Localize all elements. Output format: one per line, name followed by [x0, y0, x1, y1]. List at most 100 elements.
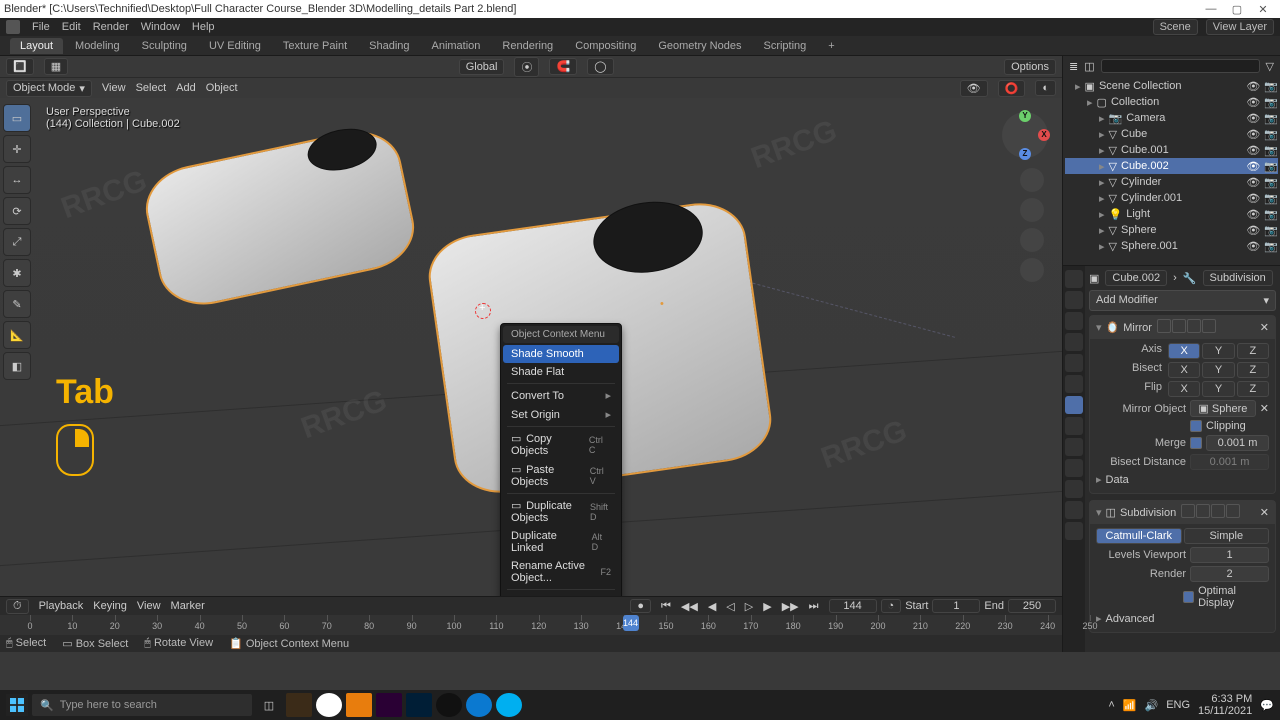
mod-edit-icon[interactable]: [1196, 504, 1210, 518]
tab-compositing[interactable]: Compositing: [565, 38, 646, 54]
subdiv-advanced-subpanel[interactable]: Advanced: [1106, 613, 1155, 625]
ptab-object[interactable]: [1065, 375, 1083, 393]
optdisplay-check[interactable]: [1183, 591, 1194, 603]
outliner-item-camera[interactable]: ▸ 📷 Camera👁📷: [1065, 110, 1278, 126]
playhead[interactable]: 144: [623, 615, 639, 631]
ptab-constraints[interactable]: [1065, 459, 1083, 477]
tab-geometrynodes[interactable]: Geometry Nodes: [648, 38, 751, 54]
ctx-duplicate-objects[interactable]: ▭ Duplicate ObjectsShift D: [503, 496, 619, 527]
tool-select-box[interactable]: ▭: [3, 104, 31, 132]
breadcrumb-object[interactable]: Cube.002: [1105, 270, 1167, 286]
ortho-toggle-icon[interactable]: [1020, 258, 1044, 282]
ptab-material[interactable]: [1065, 501, 1083, 519]
tool-rotate[interactable]: ⟳: [3, 197, 31, 225]
tab-add-workspace[interactable]: +: [818, 38, 844, 54]
tool-cursor[interactable]: ✛: [3, 135, 31, 163]
minimize-button[interactable]: —: [1198, 3, 1224, 15]
outliner-item-cylinder[interactable]: ▸ ▽ Cylinder👁📷: [1065, 174, 1278, 190]
tool-measure[interactable]: 📐: [3, 321, 31, 349]
tray-network-icon[interactable]: 📶: [1123, 699, 1137, 712]
tl-marker[interactable]: Marker: [171, 600, 205, 612]
tray-volume-icon[interactable]: 🔊: [1145, 699, 1159, 712]
app-photoshop-icon[interactable]: [406, 693, 432, 717]
bisect-y[interactable]: Y: [1202, 362, 1234, 378]
current-frame[interactable]: 144: [829, 599, 877, 613]
timeline-editor-type[interactable]: ⏱: [6, 599, 29, 614]
mirror-delete[interactable]: ✕: [1260, 321, 1269, 334]
ptab-particles[interactable]: [1065, 417, 1083, 435]
mirror-obj-field[interactable]: ▣ Sphere: [1190, 400, 1256, 417]
mod-realtime-icon[interactable]: [1181, 504, 1195, 518]
ctx-convert-to[interactable]: Convert To▸: [503, 386, 619, 405]
end-frame[interactable]: 250: [1008, 599, 1056, 613]
tab-shading[interactable]: Shading: [359, 38, 419, 54]
app-misc2-icon[interactable]: [556, 693, 582, 717]
lvp-value[interactable]: 1: [1190, 547, 1269, 563]
taskbar-search[interactable]: 🔍Type here to search: [32, 694, 252, 716]
menu-file[interactable]: File: [32, 21, 50, 33]
tool-move[interactable]: ↔: [3, 166, 31, 194]
object-menu[interactable]: Object: [206, 82, 238, 94]
outliner-item-light[interactable]: ▸ 💡 Light👁📷: [1065, 206, 1278, 222]
maximize-button[interactable]: ▢: [1224, 3, 1250, 16]
app-misc1-icon[interactable]: [526, 693, 552, 717]
tl-view[interactable]: View: [137, 600, 161, 612]
outliner-item-scene-collection[interactable]: ▸ ▣ Scene Collection👁📷: [1065, 78, 1278, 94]
camera-view-icon[interactable]: [1020, 228, 1044, 252]
scene-field[interactable]: Scene: [1153, 19, 1198, 35]
tab-uvediting[interactable]: UV Editing: [199, 38, 271, 54]
viewlayer-field[interactable]: View Layer: [1206, 19, 1274, 35]
overlay-toggle[interactable]: 👁: [960, 80, 988, 97]
tray-lang[interactable]: ENG: [1166, 699, 1190, 711]
tab-animation[interactable]: Animation: [422, 38, 491, 54]
tab-modeling[interactable]: Modeling: [65, 38, 130, 54]
menu-help[interactable]: Help: [192, 21, 215, 33]
play-prev-frame[interactable]: ◀: [708, 600, 716, 613]
tab-scripting[interactable]: Scripting: [753, 38, 816, 54]
mod-cage-icon[interactable]: [1202, 319, 1216, 333]
bisect-x[interactable]: X: [1168, 362, 1200, 378]
mirror-data-subpanel[interactable]: Data: [1106, 474, 1129, 486]
select-mode[interactable]: ▦: [44, 58, 68, 75]
tool-annotate[interactable]: ✎: [3, 290, 31, 318]
subdiv-delete[interactable]: ✕: [1260, 506, 1269, 519]
mirror-obj-clear[interactable]: ✕: [1260, 402, 1269, 415]
shading-toggle[interactable]: ◐: [1035, 80, 1056, 96]
tool-scale[interactable]: ⤢: [3, 228, 31, 256]
app-obs-icon[interactable]: [436, 693, 462, 717]
clipping-check[interactable]: [1190, 420, 1202, 432]
tray-chevron-icon[interactable]: ˄: [1108, 699, 1114, 711]
ctx-shade-smooth[interactable]: Shade Smooth: [503, 345, 619, 363]
options-dropdown[interactable]: Options: [1004, 59, 1056, 75]
subdiv-catmull[interactable]: Catmull-Clark: [1096, 528, 1182, 544]
ctx-mirror[interactable]: Mirror▸: [503, 592, 619, 596]
outliner-item-cube-001[interactable]: ▸ ▽ Cube.001👁📷: [1065, 142, 1278, 158]
tl-keying[interactable]: Keying: [93, 600, 127, 612]
mesh-shoe-left[interactable]: [138, 123, 421, 314]
flip-z[interactable]: Z: [1237, 381, 1269, 397]
outliner-display-mode[interactable]: ◫: [1084, 60, 1094, 73]
ptab-modifiers[interactable]: [1065, 396, 1083, 414]
outliner-item-cylinder-001[interactable]: ▸ ▽ Cylinder.001👁📷: [1065, 190, 1278, 206]
proportional-toggle[interactable]: ◯: [587, 58, 613, 75]
ctx-set-origin[interactable]: Set Origin▸: [503, 405, 619, 424]
close-button[interactable]: ✕: [1250, 3, 1276, 16]
tab-texturepaint[interactable]: Texture Paint: [273, 38, 357, 54]
breadcrumb-modifier[interactable]: Subdivision: [1203, 270, 1273, 286]
ptab-data[interactable]: [1065, 480, 1083, 498]
start-frame[interactable]: 1: [932, 599, 980, 613]
play-next-key[interactable]: ▶▶: [782, 600, 799, 613]
timeline-ruler[interactable]: 0102030405060708090100110120130140150160…: [0, 615, 1062, 635]
viewport-3d[interactable]: • RRCG RRCG RRCG RRCG ▭ ✛ ↔ ⟳ ⤢ ✱ ✎ 📐 ◧ …: [0, 98, 1062, 596]
app-misc6-icon[interactable]: [676, 693, 702, 717]
app-misc4-icon[interactable]: [616, 693, 642, 717]
app-misc3-icon[interactable]: [586, 693, 612, 717]
orientation-dropdown[interactable]: Global: [459, 59, 505, 75]
mod-realtime-icon[interactable]: [1157, 319, 1171, 333]
axis-x[interactable]: X: [1168, 343, 1200, 359]
app-premiere-icon[interactable]: [376, 693, 402, 717]
outliner-item-cube-002[interactable]: ▸ ▽ Cube.002👁📷: [1065, 158, 1278, 174]
clock-icon[interactable]: ◔: [881, 599, 902, 613]
play-prev-key[interactable]: ◀◀: [681, 600, 698, 613]
play-reverse[interactable]: ◁: [726, 600, 734, 613]
